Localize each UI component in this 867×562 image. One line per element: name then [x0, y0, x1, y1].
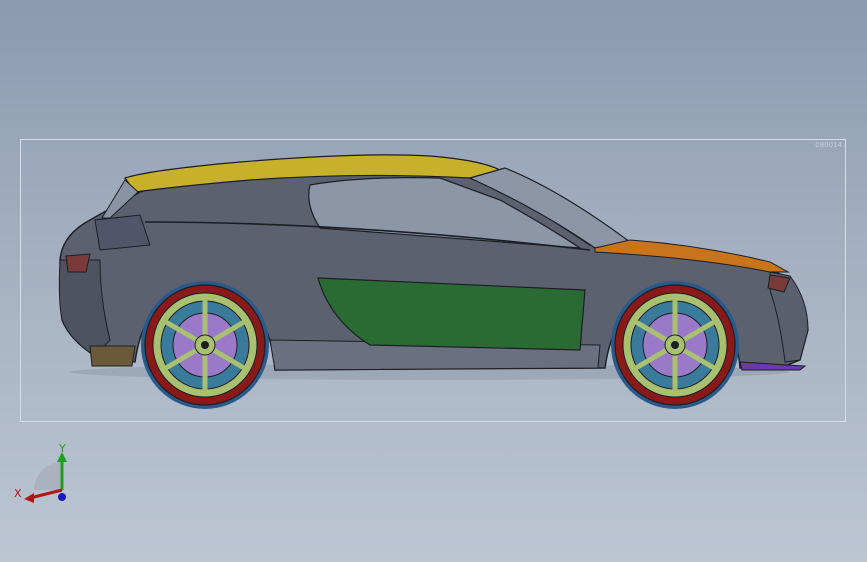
x-arrowhead — [24, 493, 34, 503]
rear-diffuser — [89, 345, 136, 367]
rear-spoiler — [94, 214, 151, 251]
rear-wheel — [141, 281, 269, 409]
coordinate-triad: Y X — [14, 442, 67, 503]
car-model[interactable] — [0, 0, 867, 562]
triad-plane — [34, 462, 62, 490]
front-wheel — [611, 281, 739, 409]
graphics-viewport[interactable]: 080014 Y X — [0, 0, 867, 562]
z-axis-dot — [58, 493, 66, 501]
x-axis-arrow — [29, 488, 63, 500]
tail-light — [65, 253, 91, 273]
x-axis-label: X — [14, 487, 22, 500]
y-axis-label: Y — [58, 442, 66, 455]
